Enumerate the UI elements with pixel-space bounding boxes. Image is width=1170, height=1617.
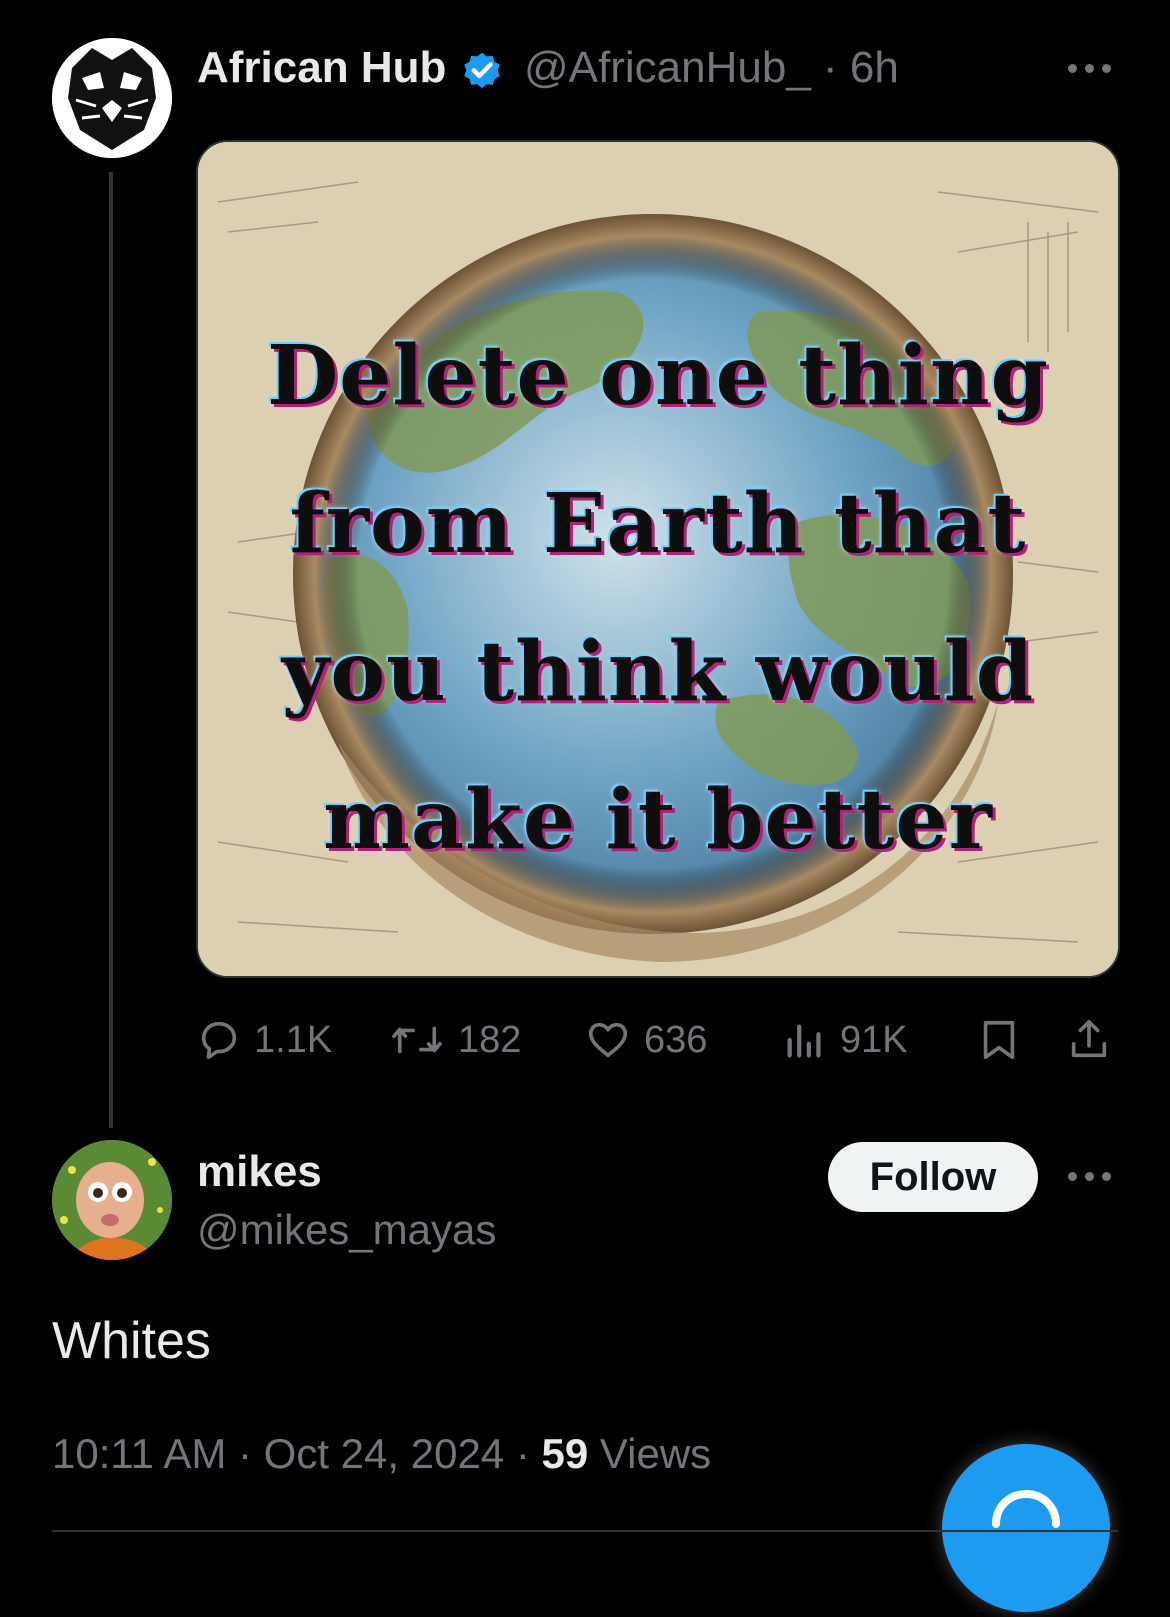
thread-line: [109, 172, 113, 1128]
image-caption: Delete one thing from Earth that you thi…: [198, 302, 1118, 894]
reply-author-name[interactable]: mikes: [197, 1142, 322, 1202]
avatar-image: [52, 1140, 172, 1260]
avatar-mikes[interactable]: [52, 1140, 172, 1260]
verified-badge-icon: [464, 52, 500, 89]
comment-icon: [201, 1021, 237, 1060]
dot-icon: [1068, 1172, 1077, 1181]
bookmark-icon: [983, 1020, 1015, 1060]
caption-line: Delete one thing: [267, 328, 1049, 424]
author-handle-time[interactable]: @AfricanHub_ · 6h: [524, 38, 899, 98]
author-name[interactable]: African Hub: [197, 38, 446, 98]
avatar-african-hub[interactable]: [52, 38, 172, 158]
timestamp[interactable]: 10:11 AM · Oct 24, 2024 ·: [52, 1430, 541, 1477]
views-count: 91K: [840, 1018, 908, 1061]
dot-icon: [1102, 1172, 1111, 1181]
reply-text: Whites: [52, 1312, 211, 1370]
reply-button[interactable]: 1.1K: [196, 1010, 332, 1070]
repost-count: 182: [458, 1018, 522, 1061]
like-count: 636: [644, 1018, 708, 1061]
dot-icon: [1085, 64, 1094, 73]
views-count: 59: [541, 1430, 589, 1477]
post-image[interactable]: Delete one thing from Earth that you thi…: [196, 140, 1120, 978]
tiger-logo-icon: [52, 38, 172, 158]
compose-reply-button[interactable]: [942, 1444, 1110, 1612]
dot-icon: [1068, 64, 1077, 73]
divider: [52, 1530, 1118, 1532]
dot-icon: [1102, 64, 1111, 73]
compose-icon: [992, 1489, 1060, 1528]
repost-icon: [392, 1026, 442, 1054]
dot-icon: [1085, 1172, 1094, 1181]
analytics-icon: [787, 1024, 821, 1058]
post-actions: 1.1K 182 636 91K: [196, 1010, 1116, 1070]
caption-line: from Earth that: [289, 476, 1027, 572]
more-options-button[interactable]: [1062, 1160, 1118, 1190]
share-icon: [1071, 1019, 1107, 1058]
follow-button[interactable]: Follow: [828, 1142, 1038, 1212]
like-button[interactable]: 636: [584, 1010, 707, 1070]
caption-line: you think would: [281, 624, 1035, 720]
reply-count: 1.1K: [254, 1018, 333, 1061]
reply-author-handle[interactable]: @mikes_mayas: [197, 1200, 496, 1260]
repost-button[interactable]: 182: [388, 1010, 521, 1070]
bookmark-button[interactable]: [976, 1010, 1034, 1070]
reply-meta: 10:11 AM · Oct 24, 2024 · 59 Views: [52, 1424, 711, 1484]
more-options-button[interactable]: [1062, 52, 1118, 82]
views-button[interactable]: 91K: [782, 1010, 908, 1070]
share-button[interactable]: [1066, 1010, 1124, 1070]
views-label: Views: [588, 1430, 712, 1477]
caption-line: make it better: [323, 772, 993, 868]
heart-icon: [588, 1022, 628, 1058]
